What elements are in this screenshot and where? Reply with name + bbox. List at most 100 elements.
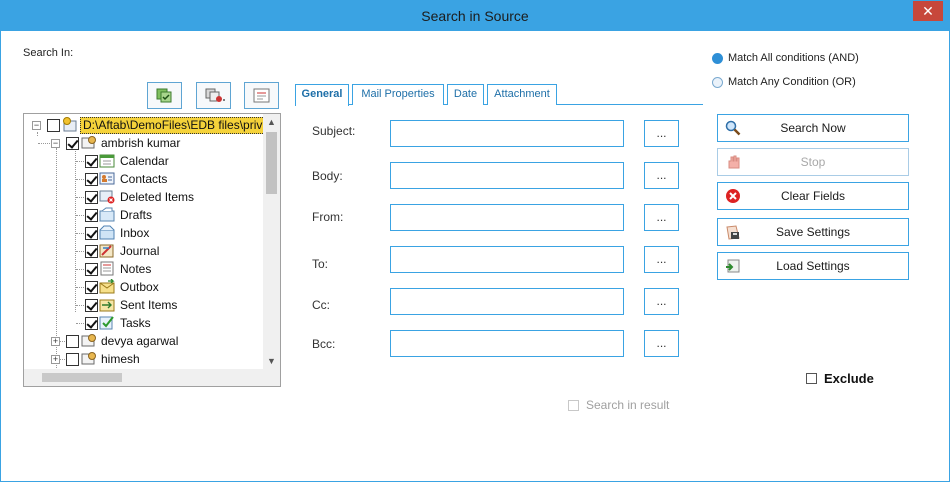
folder-label: Tasks — [120, 316, 151, 330]
bcc-browse-button[interactable]: ... — [644, 330, 679, 357]
tab-date[interactable]: Date — [447, 84, 484, 105]
tree-folder-contacts[interactable]: Contacts — [24, 170, 264, 188]
folder-label: Outbox — [120, 280, 159, 294]
load-settings-button[interactable]: Load Settings — [717, 252, 909, 280]
radio-unselected-icon[interactable] — [712, 77, 723, 88]
check-all-button[interactable] — [147, 82, 182, 109]
close-button[interactable]: ✕ — [913, 1, 943, 21]
mailbox-checkbox[interactable] — [66, 137, 79, 150]
expand-toggle[interactable]: + — [51, 337, 60, 346]
tree-folder-notes[interactable]: Notes — [24, 260, 264, 278]
from-input[interactable] — [390, 204, 624, 231]
tab-attachment[interactable]: Attachment — [487, 84, 557, 105]
search-now-button[interactable]: Search Now — [717, 114, 909, 142]
cc-browse-button[interactable]: ... — [644, 288, 679, 315]
drafts-icon — [99, 207, 115, 222]
cc-input[interactable] — [390, 288, 624, 315]
folder-checkbox[interactable] — [85, 317, 98, 330]
folder-checkbox[interactable] — [85, 281, 98, 294]
uncheck-all-button[interactable] — [244, 82, 279, 109]
tree-folder-tasks[interactable]: Tasks — [24, 314, 264, 332]
search-in-label: Search In: — [23, 47, 74, 59]
tree-folder-sent-items[interactable]: Sent Items — [24, 296, 264, 314]
folder-checkbox[interactable] — [85, 191, 98, 204]
clear-x-icon — [726, 189, 740, 203]
tab-mail-properties[interactable]: Mail Properties — [352, 84, 444, 105]
deleted-items-icon — [99, 190, 115, 204]
tree-folder-journal[interactable]: Journal — [24, 242, 264, 260]
exclude-label: Exclude — [824, 371, 874, 386]
tree-folder-outbox[interactable]: Outbox — [24, 278, 264, 296]
expand-toggle[interactable]: + — [51, 355, 60, 364]
inbox-icon — [99, 225, 115, 240]
search-now-label: Search Now — [780, 121, 846, 135]
radio-selected-icon[interactable] — [712, 53, 723, 64]
stop-label: Stop — [800, 155, 826, 169]
exclude-checkbox-box[interactable] — [806, 373, 817, 384]
mailbox-checkbox[interactable] — [66, 353, 79, 366]
collapse-toggle[interactable]: − — [32, 121, 41, 130]
collapse-toggle[interactable]: − — [51, 139, 60, 148]
search-in-result-box[interactable] — [568, 400, 579, 411]
to-browse-button[interactable]: ... — [644, 246, 679, 273]
stop-button[interactable]: Stop — [717, 148, 909, 176]
body-input[interactable] — [390, 162, 624, 189]
tree-mailbox-ambrish[interactable]: − ambrish kumar — [24, 134, 264, 152]
save-settings-button[interactable]: Save Settings — [717, 218, 909, 246]
subject-browse-button[interactable]: ... — [644, 120, 679, 147]
to-input[interactable] — [390, 246, 624, 273]
folder-checkbox[interactable] — [85, 263, 98, 276]
mailbox-checkbox[interactable] — [66, 335, 79, 348]
tree-vertical-scrollbar[interactable]: ▲ ▼ — [263, 114, 280, 370]
root-checkbox[interactable] — [47, 119, 60, 132]
notes-icon — [100, 261, 114, 276]
mailbox-label: himesh — [101, 352, 140, 366]
from-browse-button[interactable]: ... — [644, 204, 679, 231]
tree-mailbox-himesh[interactable]: + himesh — [24, 350, 264, 368]
folder-label: Contacts — [120, 172, 168, 186]
from-label: From: — [312, 210, 344, 224]
folder-label: Sent Items — [120, 298, 178, 312]
clear-fields-label: Clear Fields — [780, 189, 846, 203]
load-settings-label: Load Settings — [776, 259, 850, 273]
tree-folder-calendar[interactable]: Calendar — [24, 152, 264, 170]
folder-checkbox[interactable] — [85, 209, 98, 222]
folder-label: Drafts — [120, 208, 153, 222]
bcc-input[interactable] — [390, 330, 624, 357]
bcc-label: Bcc: — [312, 337, 336, 351]
tree-folder-deleted-items[interactable]: Deleted Items — [24, 188, 264, 206]
folder-checkbox[interactable] — [85, 227, 98, 240]
tree-horizontal-scrollbar[interactable] — [24, 369, 280, 386]
scroll-thumb[interactable] — [266, 132, 277, 194]
folder-checkbox[interactable] — [85, 173, 98, 186]
mailbox-tree[interactable]: − D:\Aftab\DemoFiles\EDB files\priv − am… — [23, 113, 281, 387]
match-all-label: Match All conditions (AND) — [728, 52, 859, 64]
root-path-label: D:\Aftab\DemoFiles\EDB files\priv — [80, 117, 266, 134]
body-browse-button[interactable]: ... — [644, 162, 679, 189]
match-any-label: Match Any Condition (OR) — [728, 76, 856, 88]
search-in-result-label: Search in result — [586, 398, 670, 412]
tree-folder-inbox[interactable]: Inbox — [24, 224, 264, 242]
check-all-icon — [156, 88, 172, 103]
tree-folder-drafts[interactable]: Drafts — [24, 206, 264, 224]
journal-icon — [99, 244, 114, 258]
tab-general[interactable]: General — [295, 84, 349, 106]
search-in-source-window: Search in Source ✕ Search In: − D:\Aftab… — [0, 0, 950, 482]
folder-checkbox[interactable] — [85, 245, 98, 258]
list-icon — [253, 88, 270, 103]
mailbox-user-icon — [81, 136, 96, 149]
clear-fields-button[interactable]: Clear Fields — [717, 182, 909, 210]
hscroll-thumb[interactable] — [42, 373, 122, 382]
tree-root[interactable]: − D:\Aftab\DemoFiles\EDB files\priv — [24, 116, 266, 134]
to-label: To: — [312, 257, 329, 271]
scroll-up-icon[interactable]: ▲ — [263, 114, 280, 131]
magnifier-icon — [725, 120, 741, 136]
subject-input[interactable] — [390, 120, 624, 147]
tree-mailbox-devya[interactable]: + devya agarwal — [24, 332, 264, 350]
stop-hand-icon — [728, 155, 740, 169]
folder-checkbox[interactable] — [85, 155, 98, 168]
scroll-down-icon[interactable]: ▼ — [263, 353, 280, 370]
folder-checkbox[interactable] — [85, 299, 98, 312]
check-selected-button[interactable] — [196, 82, 231, 109]
mailbox-label: ambrish kumar — [101, 136, 181, 150]
